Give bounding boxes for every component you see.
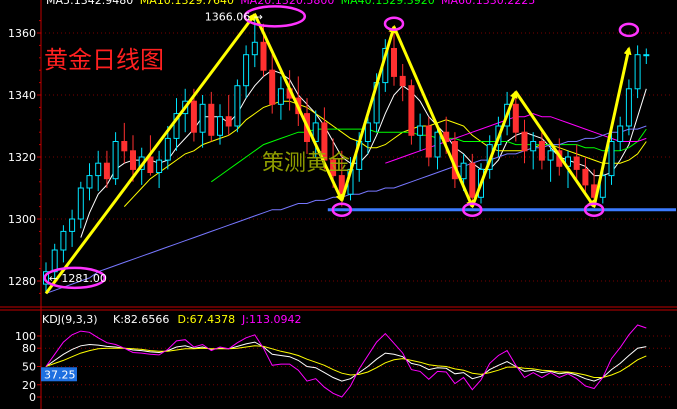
candle-body — [86, 175, 93, 189]
candle-body — [112, 141, 119, 180]
candle-body — [251, 41, 258, 56]
kdj-y-tick-label: 20 — [22, 379, 36, 392]
candle-body — [147, 156, 154, 173]
candle-body — [460, 162, 467, 180]
y-tick-label: 1320 — [8, 151, 36, 164]
candle-body — [399, 75, 406, 87]
candle-body — [225, 116, 232, 127]
candle-body — [538, 141, 545, 161]
candle-body — [582, 168, 589, 186]
y-tick-label: 1280 — [8, 275, 36, 288]
candle-body — [51, 249, 58, 273]
candle-body — [190, 100, 197, 133]
candle-body — [164, 137, 171, 161]
candle-body — [95, 162, 102, 177]
y-tick-label: 1340 — [8, 89, 36, 102]
high-label: 1366.06 → — [205, 10, 263, 23]
legend-entry: MA20:1320.5800 — [240, 0, 334, 7]
candle-body — [277, 88, 284, 105]
chart-title: 黄金日线图 — [44, 46, 164, 74]
candle-body — [625, 88, 632, 127]
watermark: 策测黄金 — [262, 151, 350, 176]
legend-entry: MA5:1342.9480 — [46, 0, 133, 7]
candle-body — [217, 116, 223, 136]
candle-body — [243, 54, 250, 87]
candle-body — [469, 162, 476, 198]
candle-body — [60, 230, 67, 251]
candle-body — [260, 41, 267, 71]
y-tick-label: 1360 — [8, 27, 36, 40]
candle-body — [530, 141, 537, 152]
candle-body — [69, 218, 76, 232]
candle-body — [234, 85, 241, 127]
legend-entry: MA40:1329.3920 — [341, 0, 435, 7]
main-legend: MA5:1342.9480 MA10:1329.7640 MA20:1320.580… — [46, 0, 535, 7]
legend-entry: MA60:1330.2225 — [441, 0, 535, 7]
candle-body — [408, 85, 415, 136]
candle-body — [573, 156, 580, 170]
gold-daily-chart: 1280 1300 1320 1340 1360 1366.06 → ← 1281.00 黄金… — [0, 0, 677, 409]
candle-body — [121, 141, 128, 152]
kdj-legend-entry: J:113.0942 — [241, 313, 301, 326]
kdj-legend-entry: K:82.6566 — [113, 313, 169, 326]
candle-body — [608, 141, 615, 177]
candle-body — [512, 103, 519, 133]
candle-body — [77, 187, 84, 220]
candle-body — [391, 48, 397, 77]
candle-body — [643, 54, 650, 57]
candle-body — [208, 103, 215, 136]
candle-body — [547, 150, 554, 161]
kdj-legend-entry: KDJ(9,3,3) — [42, 313, 98, 326]
candle-body — [434, 131, 441, 158]
kdj-y-tick-label: 80 — [22, 342, 36, 355]
candle-body — [417, 125, 424, 136]
kdj-y-tick-label: 50 — [22, 361, 36, 374]
candle-body — [617, 125, 624, 142]
cursor-value-label: 37.25 — [44, 368, 76, 381]
kdj-y-tick-label: 100 — [15, 330, 36, 343]
candle-body — [103, 162, 110, 180]
candle-body — [521, 131, 528, 152]
candle-body — [269, 69, 276, 105]
legend-entry: MA10:1329.7640 — [140, 0, 234, 7]
candle-body — [156, 159, 163, 174]
kdj-legend-entry: D:67.4378 — [178, 313, 236, 326]
y-tick-label: 1300 — [8, 213, 36, 226]
candle-body — [199, 103, 206, 133]
candle-body — [130, 150, 136, 170]
candle-body — [634, 54, 641, 90]
candle-body — [364, 122, 371, 143]
kdj-y-tick-label: 0 — [29, 391, 36, 404]
low-label: ← 1281.00 — [49, 272, 107, 285]
candle-body — [425, 125, 432, 158]
